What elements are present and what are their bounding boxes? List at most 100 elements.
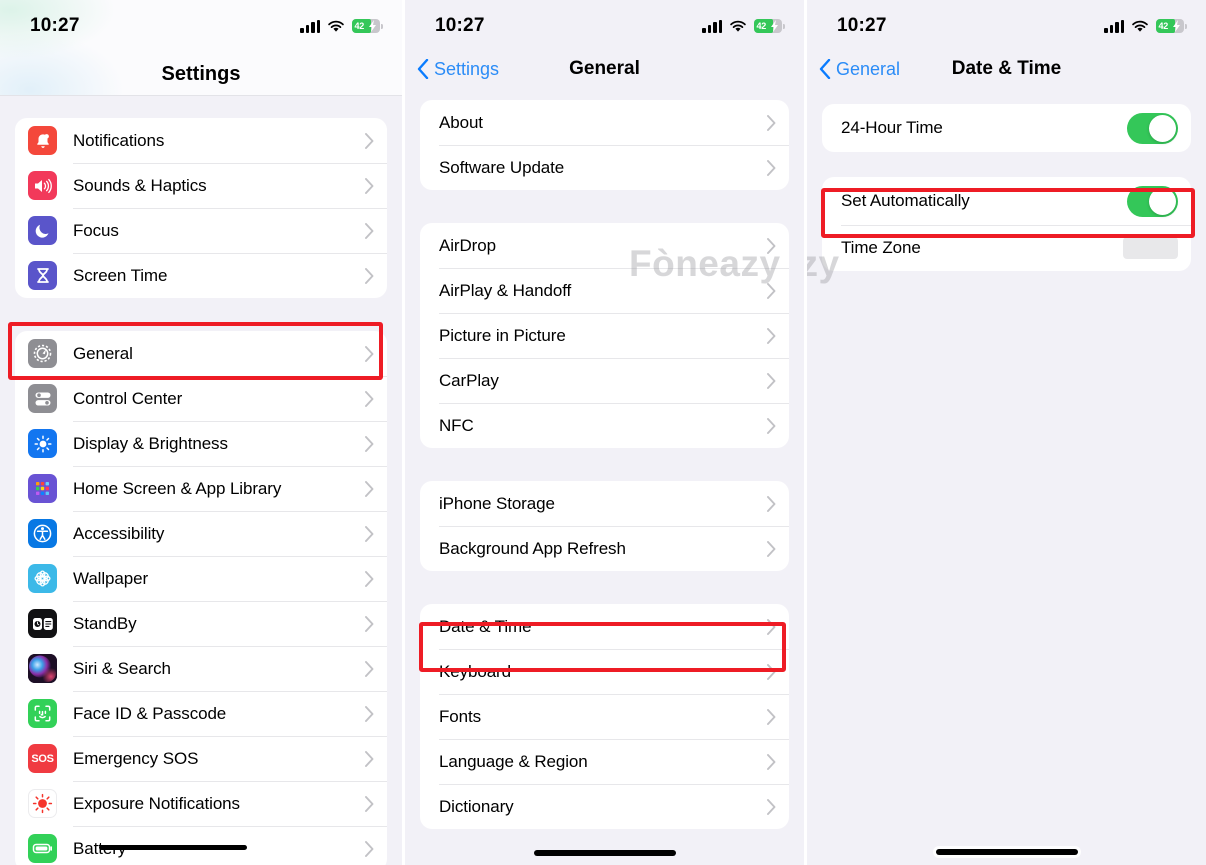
page-title: Settings <box>161 62 241 85</box>
battery-charging-icon: 42 <box>352 19 383 33</box>
general-row-about[interactable]: About <box>420 100 789 145</box>
settings-row-standby[interactable]: StandBy <box>15 601 387 646</box>
phone-screen-date-time: 10:27 42 General Date & Time 24-Hour Tim… <box>804 0 1206 865</box>
status-bar: 10:27 42 <box>405 0 804 46</box>
settings-row-general[interactable]: General <box>15 331 387 376</box>
home-indicator <box>533 850 676 856</box>
general-row-background-app-refresh[interactable]: Background App Refresh <box>420 526 789 571</box>
settings-row-screen-time[interactable]: Screen Time <box>15 253 387 298</box>
general-row-keyboard[interactable]: Keyboard <box>420 649 789 694</box>
general-row-iphone-storage[interactable]: iPhone Storage <box>420 481 789 526</box>
settings-row-focus[interactable]: Focus <box>15 208 387 253</box>
row-label: Fonts <box>439 706 482 726</box>
date-time-group-1: 24-Hour Time <box>822 104 1191 152</box>
battery-icon <box>28 834 57 863</box>
general-row-picture-in-picture[interactable]: Picture in Picture <box>420 313 789 358</box>
settings-row-siri-search[interactable]: Siri & Search <box>15 646 387 691</box>
control-center-icon <box>28 384 57 413</box>
toggle-set-automatically[interactable] <box>1127 185 1178 217</box>
general-row-fonts[interactable]: Fonts <box>420 694 789 739</box>
status-bar-indicators: 42 <box>1104 13 1187 33</box>
chevron-right-icon <box>767 417 776 434</box>
row-label: Siri & Search <box>73 658 171 678</box>
notifications-icon <box>28 126 57 155</box>
row-label: Set Automatically <box>841 191 970 210</box>
chevron-right-icon <box>365 390 374 407</box>
back-button-settings[interactable]: Settings <box>405 59 499 80</box>
row-label: CarPlay <box>439 370 499 390</box>
settings-row-notifications[interactable]: Notifications <box>15 118 387 163</box>
wifi-icon <box>729 20 747 33</box>
row-label: StandBy <box>73 613 137 633</box>
settings-list: Notifications Sounds & Haptics Focus Scr… <box>0 102 402 865</box>
back-button-label: Settings <box>434 58 500 79</box>
screen-time-hourglass-icon <box>28 261 57 290</box>
row-label: Language & Region <box>439 751 588 771</box>
general-gear-icon <box>28 339 57 368</box>
row-label: Software Update <box>439 157 565 177</box>
settings-row-sounds-haptics[interactable]: Sounds & Haptics <box>15 163 387 208</box>
chevron-right-icon <box>365 267 374 284</box>
chevron-right-icon <box>767 708 776 725</box>
general-row-carplay[interactable]: CarPlay <box>420 358 789 403</box>
chevron-right-icon <box>767 372 776 389</box>
settings-row-control-center[interactable]: Control Center <box>15 376 387 421</box>
settings-row-emergency-sos[interactable]: SOS Emergency SOS <box>15 736 387 781</box>
general-row-airplay-handoff[interactable]: AirPlay & Handoff <box>420 268 789 313</box>
row-label: Control Center <box>73 388 183 408</box>
general-group-3: iPhone Storage Background App Refresh <box>420 481 789 571</box>
three-phone-screenshots: 10:27 42 Settings Notifications Sounds &… <box>0 0 1206 865</box>
general-row-software-update[interactable]: Software Update <box>420 145 789 190</box>
chevron-right-icon <box>365 615 374 632</box>
chevron-right-icon <box>365 132 374 149</box>
settings-row-display-brightness[interactable]: Display & Brightness <box>15 421 387 466</box>
general-row-dictionary[interactable]: Dictionary <box>420 784 789 829</box>
status-bar-clock: 10:27 <box>837 15 887 36</box>
date-time-list: 24-Hour Time Set Automatically Time Zone <box>807 92 1206 271</box>
general-row-language-region[interactable]: Language & Region <box>420 739 789 784</box>
chevron-right-icon <box>767 798 776 815</box>
chevron-right-icon <box>767 618 776 635</box>
row-label: Home Screen & App Library <box>73 478 282 498</box>
chevron-left-icon <box>417 59 429 79</box>
row-label: About <box>439 112 483 132</box>
general-row-nfc[interactable]: NFC <box>420 403 789 448</box>
general-row-date-time[interactable]: Date & Time <box>420 604 789 649</box>
chevron-right-icon <box>767 159 776 176</box>
settings-row-accessibility[interactable]: Accessibility <box>15 511 387 556</box>
general-group-2: AirDrop AirPlay & Handoff Picture in Pic… <box>420 223 789 448</box>
back-button-general[interactable]: General <box>807 59 900 80</box>
settings-row-wallpaper[interactable]: Wallpaper <box>15 556 387 601</box>
exposure-notifications-icon <box>28 789 57 818</box>
toggle-24-hour-time[interactable] <box>1127 112 1178 144</box>
settings-group-1: Notifications Sounds & Haptics Focus Scr… <box>15 118 387 298</box>
row-label: Exposure Notifications <box>73 793 240 813</box>
settings-row-face-id[interactable]: Face ID & Passcode <box>15 691 387 736</box>
row-label: Emergency SOS <box>73 748 199 768</box>
row-label: Focus <box>73 220 119 240</box>
general-group-4: Date & Time Keyboard Fonts Language & Re… <box>420 604 789 829</box>
chevron-right-icon <box>365 750 374 767</box>
chevron-right-icon <box>365 570 374 587</box>
settings-row-home-screen[interactable]: Home Screen & App Library <box>15 466 387 511</box>
home-indicator <box>935 849 1078 855</box>
row-label: Date & Time <box>439 616 532 636</box>
sounds-haptics-icon <box>28 171 57 200</box>
chevron-right-icon <box>767 495 776 512</box>
battery-charging-icon: 42 <box>1156 19 1187 33</box>
date-time-row-set-automatically[interactable]: Set Automatically <box>822 177 1191 225</box>
settings-row-exposure-notifications[interactable]: Exposure Notifications <box>15 781 387 826</box>
date-time-group-2: Set Automatically Time Zone <box>822 177 1191 271</box>
general-row-airdrop[interactable]: AirDrop <box>420 223 789 268</box>
home-screen-grid-icon <box>28 474 57 503</box>
chevron-right-icon <box>767 540 776 557</box>
chevron-right-icon <box>767 114 776 131</box>
row-label: Notifications <box>73 130 165 150</box>
row-label: Accessibility <box>73 523 165 543</box>
chevron-right-icon <box>365 840 374 857</box>
date-time-row-time-zone[interactable]: Time Zone <box>822 225 1191 271</box>
date-time-row-24-hour-time[interactable]: 24-Hour Time <box>822 104 1191 152</box>
chevron-right-icon <box>365 177 374 194</box>
emergency-sos-icon: SOS <box>28 744 57 773</box>
chevron-right-icon <box>365 795 374 812</box>
